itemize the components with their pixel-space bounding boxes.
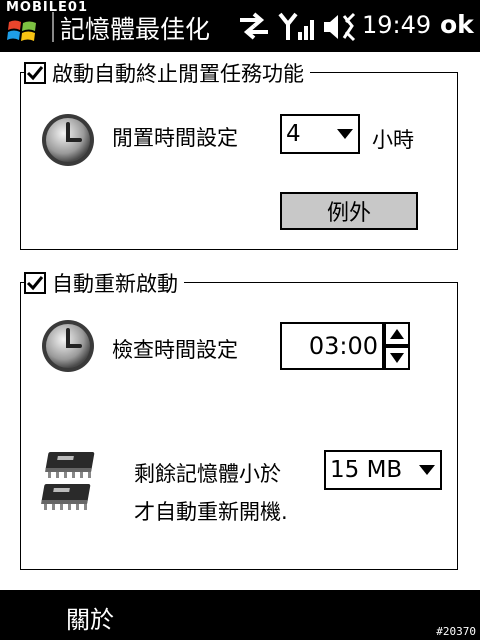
memory-threshold-label-line2: 才自動重新開機. bbox=[134, 500, 288, 524]
memory-threshold-dropdown[interactable]: 15 MB bbox=[324, 450, 442, 490]
title-bar: MOBILE01 記憶體最佳化 19:49 ok bbox=[0, 0, 480, 52]
signal-strength-icon[interactable] bbox=[278, 12, 314, 42]
ok-button[interactable]: ok bbox=[440, 10, 474, 39]
time-increment-button[interactable] bbox=[384, 322, 410, 346]
chevron-up-icon bbox=[390, 329, 404, 339]
softkey-bar: 關於 #20370 bbox=[0, 590, 480, 640]
auto-restart-checkbox[interactable] bbox=[24, 272, 46, 294]
speaker-volume-icon[interactable] bbox=[322, 12, 356, 42]
checkmark-icon bbox=[26, 66, 44, 81]
checkmark-icon bbox=[26, 276, 44, 291]
chevron-down-icon bbox=[414, 464, 440, 476]
idle-task-checkbox-label: 啟動自動終止閒置任務功能 bbox=[52, 62, 304, 86]
check-time-input[interactable]: 03:00 bbox=[280, 322, 384, 370]
idle-time-value: 4 bbox=[286, 121, 301, 147]
windows-start-icon[interactable] bbox=[6, 14, 40, 48]
idle-time-dropdown[interactable]: 4 bbox=[280, 114, 360, 154]
connectivity-arrows-icon[interactable] bbox=[238, 12, 270, 40]
exceptions-button[interactable]: 例外 bbox=[280, 192, 418, 230]
chevron-down-icon bbox=[332, 128, 358, 140]
status-clock[interactable]: 19:49 bbox=[362, 11, 431, 39]
check-time-label: 檢查時間設定 bbox=[112, 338, 238, 362]
idle-time-label: 閒置時間設定 bbox=[112, 126, 238, 150]
auto-restart-legend: 自動重新啟動 bbox=[24, 268, 184, 298]
memory-chip-icon bbox=[41, 452, 95, 510]
idle-task-checkbox[interactable] bbox=[24, 62, 46, 84]
chevron-down-icon bbox=[390, 353, 404, 363]
about-softkey[interactable]: 關於 bbox=[66, 600, 114, 635]
clock-icon bbox=[42, 320, 94, 372]
app-title: 記憶體最佳化 bbox=[60, 15, 211, 44]
title-separator bbox=[52, 12, 54, 42]
image-id-label: #20370 bbox=[436, 625, 476, 638]
time-decrement-button[interactable] bbox=[384, 346, 410, 370]
idle-time-unit: 小時 bbox=[372, 128, 414, 152]
memory-threshold-value: 15 MB bbox=[330, 457, 403, 483]
idle-task-legend: 啟動自動終止閒置任務功能 bbox=[24, 58, 310, 88]
memory-threshold-label: 剩餘記憶體小於 bbox=[134, 462, 281, 486]
clock-icon bbox=[42, 114, 94, 166]
auto-restart-checkbox-label: 自動重新啟動 bbox=[52, 272, 178, 296]
